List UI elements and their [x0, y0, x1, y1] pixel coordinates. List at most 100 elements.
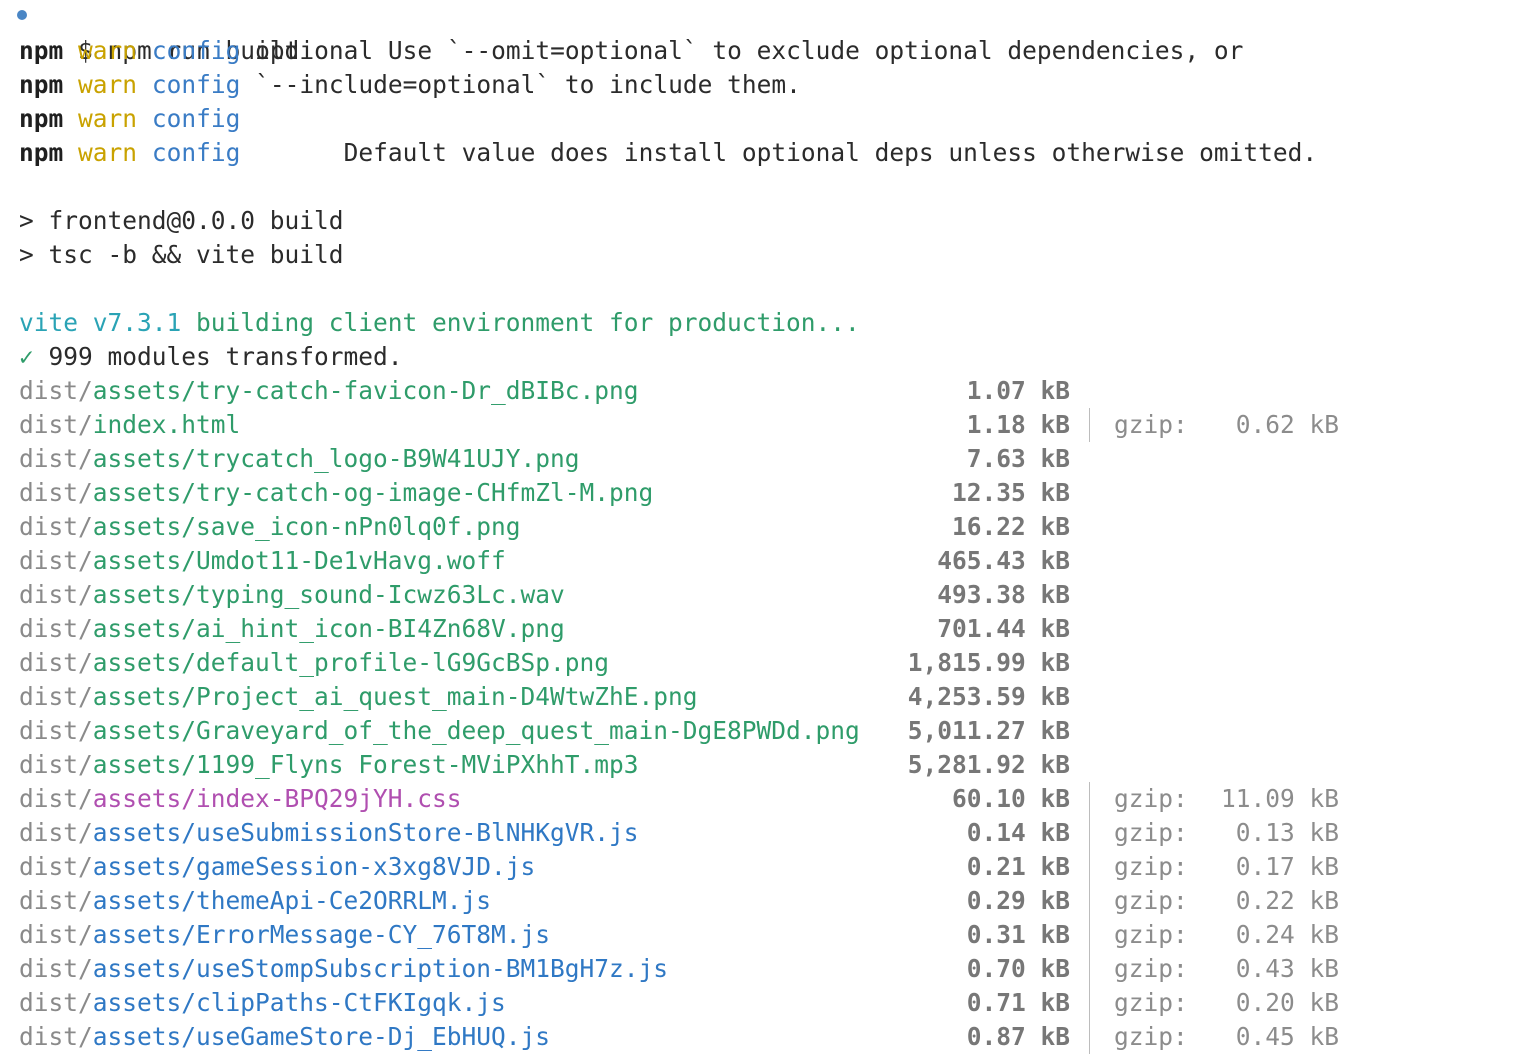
- file-row: dist/assets/try-catch-favicon-Dr_dBIBc.p…: [19, 374, 639, 408]
- file-row: dist/assets/themeApi-Ce2ORRLM.js: [19, 884, 491, 918]
- vite-version: vite v7.3.1: [19, 308, 182, 337]
- gzip-label: gzip:: [1114, 410, 1188, 439]
- prompt-marker-icon[interactable]: [17, 10, 27, 20]
- modules-line: ✓ 999 modules transformed.: [19, 340, 403, 374]
- warning-line: npm warn config: [19, 102, 255, 136]
- file-name: assets/default_profile-lG9GcBSp.png: [92, 648, 610, 677]
- vite-environment: building client environment for producti…: [196, 308, 860, 337]
- dist-prefix: dist/: [19, 648, 93, 677]
- file-row: dist/assets/ai_hint_icon-BI4Zn68V.png: [19, 612, 565, 646]
- dist-prefix: dist/: [19, 376, 93, 405]
- file-name: assets/trycatch_logo-B9W41UJY.png: [92, 444, 580, 473]
- file-row: dist/assets/trycatch_logo-B9W41UJY.png: [19, 442, 580, 476]
- gzip-label: gzip:: [1114, 1022, 1188, 1051]
- dist-prefix: dist/: [19, 410, 93, 439]
- file-name: assets/Project_ai_quest_main-D4WtwZhE.pn…: [92, 682, 698, 711]
- file-size: 5,281.92 kB: [907, 750, 1070, 779]
- file-size: 1.18 kB: [966, 410, 1070, 439]
- gzip-label: gzip:: [1114, 920, 1188, 949]
- gzip-label: gzip:: [1114, 818, 1188, 847]
- config-label: config: [151, 36, 241, 65]
- column-separator: [1089, 918, 1090, 952]
- file-size: 0.70 kB: [966, 954, 1070, 983]
- gzip-size: 0.20 kB: [1235, 988, 1339, 1017]
- dist-prefix: dist/: [19, 682, 93, 711]
- gzip-size: 0.45 kB: [1235, 1022, 1339, 1051]
- terminal-output[interactable]: $ npm run build npm warn config optional…: [0, 0, 1526, 1062]
- gzip-size: 0.17 kB: [1235, 852, 1339, 881]
- dist-prefix: dist/: [19, 886, 93, 915]
- warning-message: `--include=optional` to include them.: [255, 70, 801, 99]
- file-name: assets/useGameStore-Dj_EbHUQ.js: [92, 1022, 551, 1051]
- file-row: dist/assets/useGameStore-Dj_EbHUQ.js: [19, 1020, 550, 1054]
- column-separator: [1089, 782, 1090, 816]
- dist-prefix: dist/: [19, 512, 93, 541]
- file-name: assets/ErrorMessage-CY_76T8M.js: [92, 920, 551, 949]
- file-name: assets/try-catch-favicon-Dr_dBIBc.png: [92, 376, 639, 405]
- file-name: assets/useSubmissionStore-BlNHKgVR.js: [92, 818, 639, 847]
- file-name: assets/gameSession-x3xg8VJD.js: [92, 852, 536, 881]
- column-separator: [1089, 952, 1090, 986]
- config-label: config: [151, 138, 241, 167]
- gzip-label: gzip:: [1114, 784, 1188, 813]
- gzip-label: gzip:: [1114, 886, 1188, 915]
- gzip-label: gzip:: [1114, 852, 1188, 881]
- file-name: assets/Umdot11-De1vHavg.woff: [92, 546, 506, 575]
- file-size: 1,815.99 kB: [907, 648, 1070, 677]
- dist-prefix: dist/: [19, 444, 93, 473]
- file-size: 12.35 kB: [951, 478, 1070, 507]
- column-separator: [1089, 986, 1090, 1020]
- file-row: dist/assets/gameSession-x3xg8VJD.js: [19, 850, 535, 884]
- file-name: assets/clipPaths-CtFKIgqk.js: [92, 988, 506, 1017]
- command-line: $ npm run build: [17, 0, 299, 65]
- column-separator: [1089, 816, 1090, 850]
- file-size: 465.43 kB: [937, 546, 1070, 575]
- warning-line: npm warn config `--include=optional` to …: [19, 68, 801, 102]
- file-name: assets/useStompSubscription-BM1BgH7z.js: [92, 954, 669, 983]
- file-size: 60.10 kB: [951, 784, 1070, 813]
- warn-label: warn: [78, 36, 138, 65]
- gzip-label: gzip:: [1114, 988, 1188, 1017]
- file-row: dist/assets/Graveyard_of_the_deep_quest_…: [19, 714, 860, 748]
- dist-prefix: dist/: [19, 1022, 93, 1051]
- file-name: assets/1199_Flyns Forest-MViPXhhT.mp3: [92, 750, 639, 779]
- gzip-size: 0.43 kB: [1235, 954, 1339, 983]
- script-line: > frontend@0.0.0 build: [19, 206, 344, 235]
- file-row: dist/assets/1199_Flyns Forest-MViPXhhT.m…: [19, 748, 639, 782]
- dist-prefix: dist/: [19, 614, 93, 643]
- warn-label: warn: [78, 138, 138, 167]
- dist-prefix: dist/: [19, 750, 93, 779]
- gzip-label: gzip:: [1114, 954, 1188, 983]
- npm-label: npm: [19, 138, 64, 167]
- file-size: 0.71 kB: [966, 988, 1070, 1017]
- column-separator: [1089, 884, 1090, 918]
- column-separator: [1089, 850, 1090, 884]
- warn-label: warn: [78, 70, 138, 99]
- gzip-size: 0.13 kB: [1235, 818, 1339, 847]
- file-name: assets/ai_hint_icon-BI4Zn68V.png: [92, 614, 565, 643]
- gzip-size: 0.62 kB: [1235, 410, 1339, 439]
- dist-prefix: dist/: [19, 546, 93, 575]
- file-size: 0.29 kB: [966, 886, 1070, 915]
- file-row: dist/assets/Umdot11-De1vHavg.woff: [19, 544, 506, 578]
- script-line: > tsc -b && vite build: [19, 240, 344, 269]
- warning-line: npm warn config Default value does insta…: [19, 136, 1317, 170]
- file-size: 7.63 kB: [966, 444, 1070, 473]
- gzip-size: 0.24 kB: [1235, 920, 1339, 949]
- dist-prefix: dist/: [19, 920, 93, 949]
- vite-build-line: vite v7.3.1 building client environment …: [19, 306, 860, 340]
- file-row: dist/assets/useSubmissionStore-BlNHKgVR.…: [19, 816, 639, 850]
- file-name: assets/try-catch-og-image-CHfmZl-M.png: [92, 478, 654, 507]
- dist-prefix: dist/: [19, 784, 93, 813]
- config-label: config: [151, 104, 241, 133]
- file-size: 16.22 kB: [951, 512, 1070, 541]
- warning-line: npm warn config optional Use `--omit=opt…: [19, 34, 1243, 68]
- file-row: dist/assets/typing_sound-Icwz63Lc.wav: [19, 578, 565, 612]
- file-name: assets/themeApi-Ce2ORRLM.js: [92, 886, 492, 915]
- file-name: assets/index-BPQ29jYH.css: [92, 784, 462, 813]
- file-name: assets/typing_sound-Icwz63Lc.wav: [92, 580, 565, 609]
- file-size: 4,253.59 kB: [907, 682, 1070, 711]
- dist-prefix: dist/: [19, 988, 93, 1017]
- npm-label: npm: [19, 70, 64, 99]
- npm-label: npm: [19, 104, 64, 133]
